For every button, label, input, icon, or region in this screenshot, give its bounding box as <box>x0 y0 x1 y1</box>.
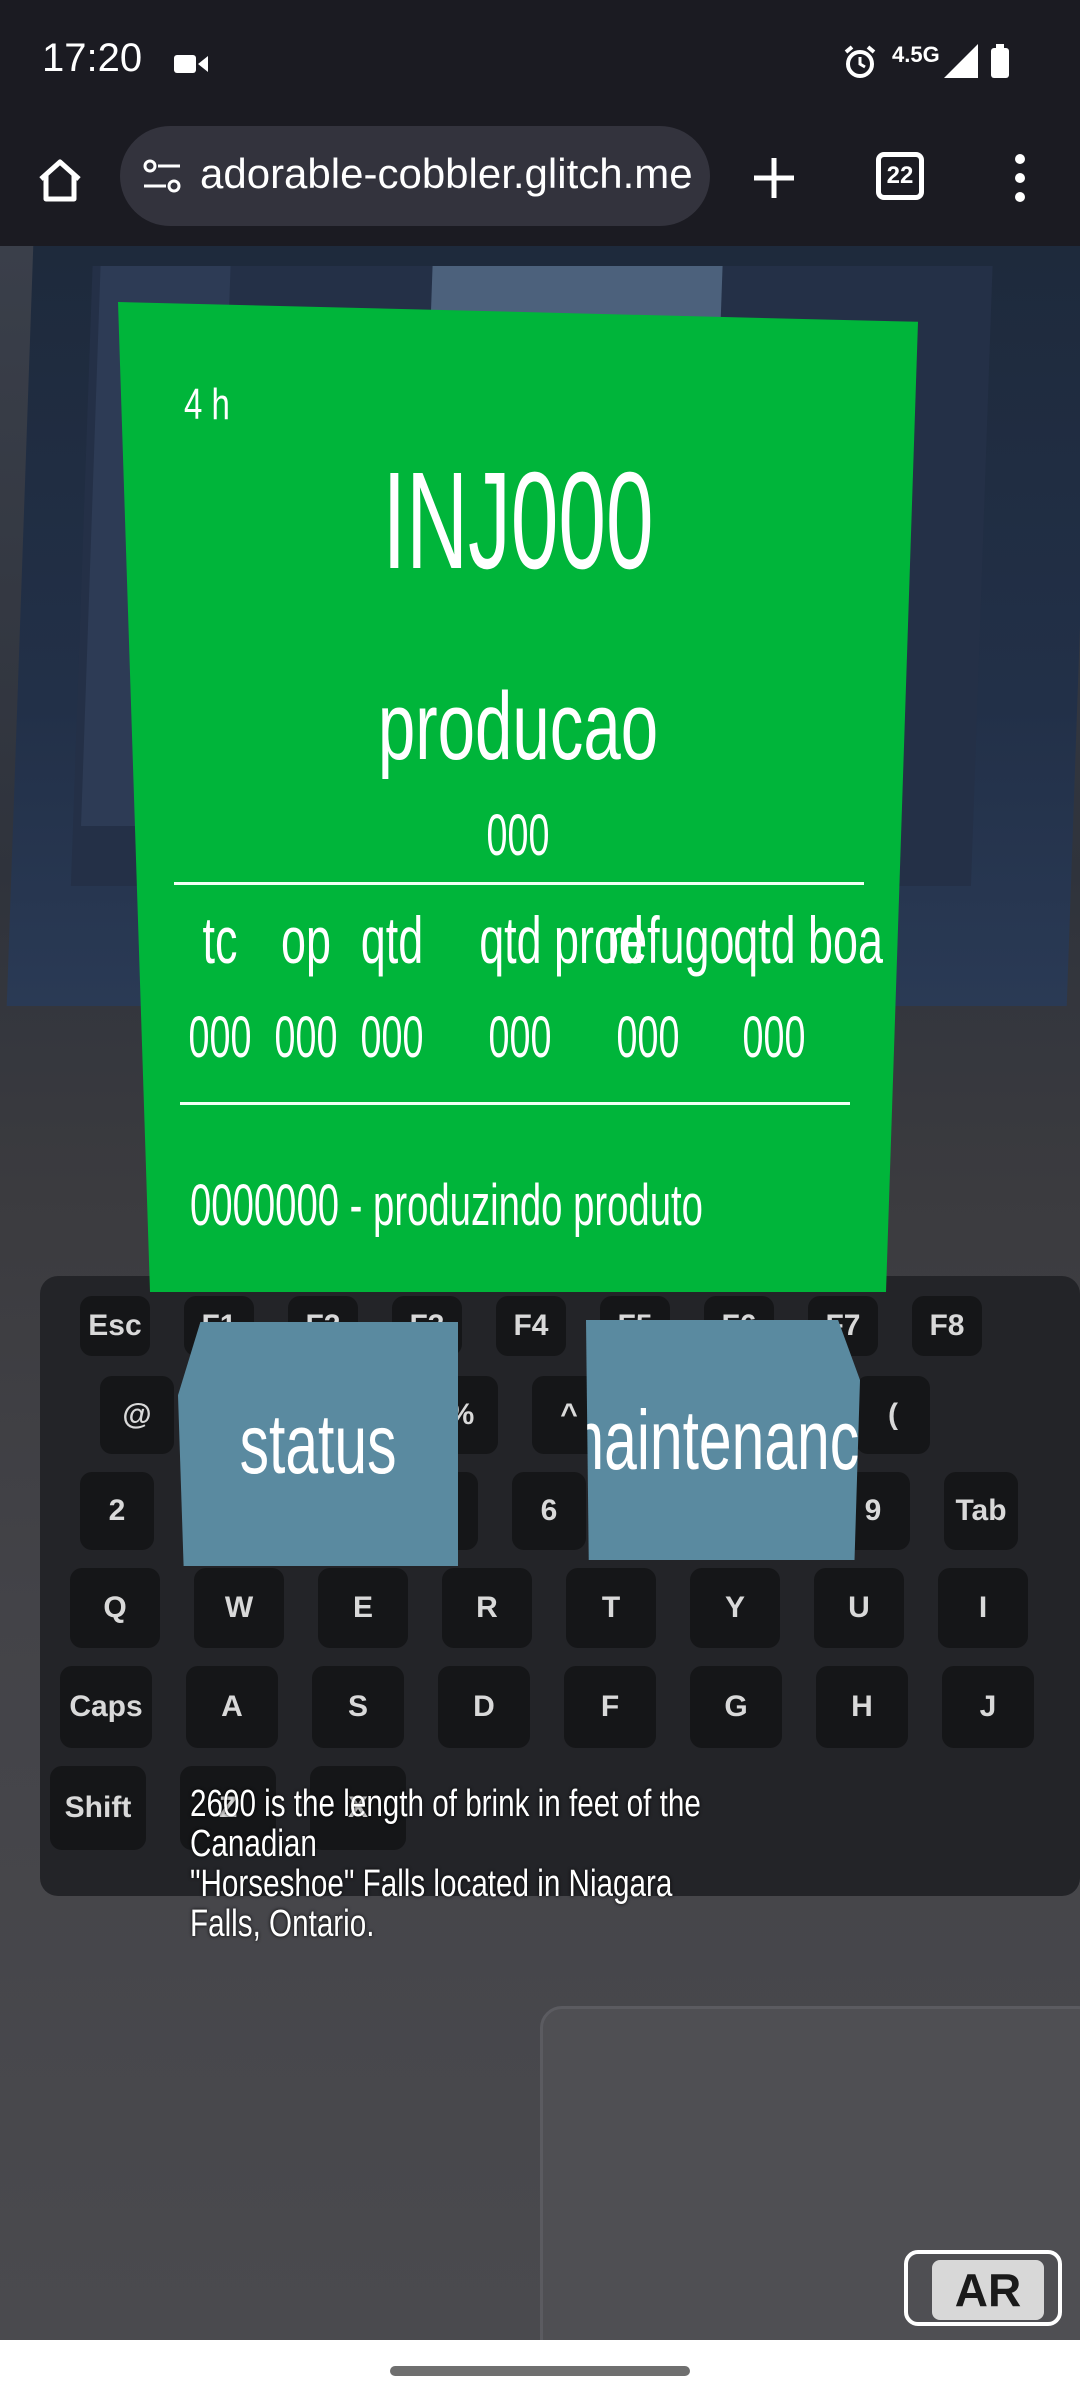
keyboard-key: F <box>564 1666 656 1748</box>
column-header: qtd <box>360 903 424 977</box>
signal-icon <box>944 44 978 78</box>
site-info-icon[interactable] <box>142 158 182 194</box>
column-qtd-prod: qtd prod 000 <box>460 902 644 1071</box>
keyboard-key: 2 <box>80 1472 154 1550</box>
keyboard-key: F4 <box>496 1296 566 1356</box>
column-header: refugo <box>607 903 735 977</box>
status-button-label: status <box>239 1396 397 1491</box>
tabs-icon[interactable]: 22 <box>876 152 924 200</box>
navigation-bar <box>0 2340 1080 2400</box>
ar-mode-button[interactable]: AR <box>904 2250 1062 2326</box>
column-header: qtd boa <box>733 903 883 977</box>
column-qtd-boa: qtd boa 000 <box>714 902 883 1071</box>
keyboard-key: 6 <box>512 1472 586 1550</box>
video-camera-icon <box>174 55 208 73</box>
keyboard-key: U <box>814 1568 904 1648</box>
column-refugo: refugo 000 <box>588 902 735 1071</box>
caption-line-2: "Horseshoe" Falls located in Niagara Fal… <box>190 1863 673 1945</box>
status-button[interactable]: status <box>178 1322 458 1566</box>
home-icon <box>39 159 81 202</box>
column-qtd: qtd 000 <box>332 902 452 1071</box>
column-value: 000 <box>742 1005 806 1070</box>
alarm-icon <box>844 45 876 78</box>
ar-info-panel: 4 h INJ000 producao 000 tc 000 op 000 qt… <box>118 302 918 1292</box>
keyboard-key: T <box>566 1568 656 1648</box>
maintenance-button-label: maintenance <box>554 1392 892 1487</box>
keyboard-key: H <box>816 1666 908 1748</box>
panel-tag: 4 h <box>184 380 230 429</box>
maintenance-button[interactable]: maintenance <box>586 1320 860 1560</box>
keyboard-key: G <box>690 1666 782 1748</box>
more-vert-icon[interactable] <box>1000 148 1040 208</box>
status-time: 17:20 <box>42 36 143 80</box>
caption-line-1: 2600 is the length of brink in feet of t… <box>190 1783 701 1865</box>
fun-fact-caption: 2600 is the length of brink in feet of t… <box>190 1784 736 1944</box>
keyboard-key: S <box>312 1666 404 1748</box>
battery-icon <box>991 44 1009 78</box>
keyboard-key: Q <box>70 1568 160 1648</box>
keyboard-key: Esc <box>80 1296 150 1356</box>
url-text[interactable]: adorable-cobbler.glitch.me <box>200 150 700 198</box>
keyboard-key: Caps <box>60 1666 152 1748</box>
keyboard-key: D <box>438 1666 530 1748</box>
keyboard-key: R <box>442 1568 532 1648</box>
address-bar[interactable]: adorable-cobbler.glitch.me <box>120 126 710 226</box>
machine-id: INJ000 <box>382 444 654 598</box>
keyboard-key: E <box>318 1568 408 1648</box>
keyboard-key: Tab <box>944 1472 1018 1550</box>
status-line: 0000000 - produzindo produto <box>190 1173 703 1238</box>
keyboard-key: J <box>942 1666 1034 1748</box>
tab-count: 22 <box>886 162 914 189</box>
keyboard-key: @ <box>100 1376 174 1454</box>
column-value: 000 <box>360 1005 424 1070</box>
network-type: 4.5G <box>892 42 940 67</box>
keyboard-key: ( <box>856 1376 930 1454</box>
column-value: 000 <box>616 1005 680 1070</box>
divider <box>174 882 864 885</box>
keyboard-key: Shift <box>50 1766 146 1850</box>
gesture-handle[interactable] <box>390 2366 690 2376</box>
keyboard-key: W <box>194 1568 284 1648</box>
browser-toolbar: adorable-cobbler.glitch.me 22 <box>0 126 1080 246</box>
column-header: qtd prod <box>479 903 644 977</box>
home-button[interactable] <box>30 150 90 210</box>
column-value: 000 <box>488 1005 552 1070</box>
plus-icon[interactable] <box>744 148 804 208</box>
keyboard-key: F8 <box>912 1296 982 1356</box>
status-bar: 17:20 4.5G <box>0 0 1080 126</box>
ar-badge-label: AR <box>932 2260 1044 2320</box>
panel-label: producao <box>377 673 659 780</box>
divider <box>180 1102 850 1105</box>
keyboard-key: I <box>938 1568 1028 1648</box>
keyboard-key: Y <box>690 1568 780 1648</box>
keyboard-key: A <box>186 1666 278 1748</box>
panel-count: 000 <box>486 803 550 868</box>
